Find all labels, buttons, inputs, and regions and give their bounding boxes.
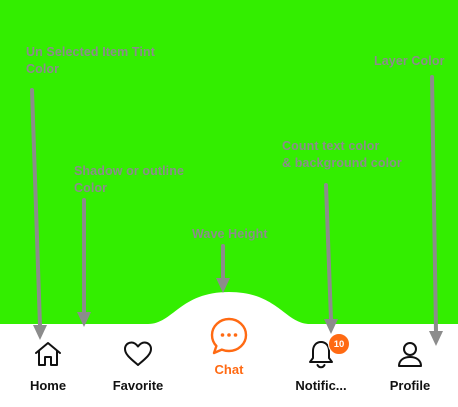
notification-count-badge: 10 xyxy=(328,333,350,355)
nav-label-favorite: Favorite xyxy=(112,378,164,393)
nav-label-home: Home xyxy=(29,378,67,393)
nav-item-favorite[interactable]: Favorite xyxy=(104,330,172,402)
nav-label-notifications: Notific... xyxy=(295,378,347,393)
nav-item-chat[interactable]: Chat xyxy=(199,312,259,384)
nav-item-profile[interactable]: Profile xyxy=(380,330,440,402)
home-icon xyxy=(35,342,61,366)
heart-icon xyxy=(124,341,152,366)
annotation-layer-color: Layer Color xyxy=(374,54,445,68)
demo-screen: Un Selected Item Tint Color Shadow or ou… xyxy=(0,0,458,407)
nav-label-profile: Profile xyxy=(389,378,431,393)
annotation-wave-height: Wave Height xyxy=(192,227,268,241)
user-icon xyxy=(398,342,422,367)
chat-bubble-icon xyxy=(210,317,248,355)
annotation-unselected-tint: Un Selected Item Tint Color xyxy=(26,45,155,76)
annotation-shadow-outline: Shadow or outline Color xyxy=(74,164,185,195)
nav-label-chat: Chat xyxy=(214,362,244,377)
annotation-count-text: Count text color & background color xyxy=(282,139,402,170)
nav-item-home[interactable]: Home xyxy=(18,330,78,402)
